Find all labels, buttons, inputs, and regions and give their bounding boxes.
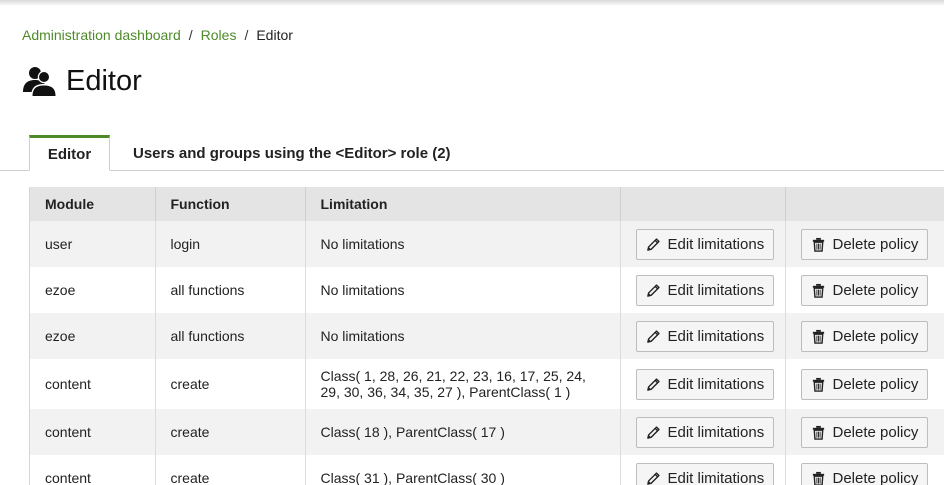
breadcrumb-separator: /	[188, 27, 193, 43]
page-title: Editor	[66, 65, 142, 97]
cell-edit: Edit limitations	[620, 221, 786, 267]
breadcrumb-link-roles[interactable]: Roles	[201, 27, 237, 43]
delete-policy-button[interactable]: Delete policy	[800, 228, 929, 260]
breadcrumb-separator: /	[244, 27, 249, 43]
table-body: user login No limitations Edit limitatio…	[30, 221, 944, 485]
delete-policy-label: Delete policy	[832, 469, 919, 485]
cell-module: ezoe	[30, 313, 156, 359]
table-row: ezoe all functions No limitations Edit l…	[30, 313, 944, 359]
cell-function: create	[155, 409, 306, 455]
cell-function: create	[155, 359, 306, 409]
pencil-icon	[646, 283, 660, 297]
cell-module: content	[30, 359, 156, 409]
policies-table-container: Module Function Limitation user login No…	[29, 187, 944, 485]
edit-limitations-label: Edit limitations	[667, 423, 765, 441]
edit-limitations-label: Edit limitations	[667, 469, 765, 485]
edit-limitations-label: Edit limitations	[667, 281, 765, 299]
column-header-function: Function	[155, 187, 306, 221]
cell-limitation: No limitations	[305, 313, 621, 359]
cell-delete: Delete policy	[785, 409, 944, 455]
cell-function: create	[155, 455, 306, 485]
delete-policy-button[interactable]: Delete policy	[800, 416, 929, 448]
cell-module: content	[30, 455, 156, 485]
column-header-delete	[785, 187, 944, 221]
pencil-icon	[646, 377, 660, 391]
cell-edit: Edit limitations	[620, 455, 786, 485]
delete-policy-button[interactable]: Delete policy	[800, 274, 929, 306]
delete-policy-button[interactable]: Delete policy	[800, 320, 929, 352]
table-row: ezoe all functions No limitations Edit l…	[30, 267, 944, 313]
edit-limitations-button[interactable]: Edit limitations	[635, 416, 775, 448]
tab-users-and-groups[interactable]: Users and groups using the <Editor> role…	[133, 135, 451, 171]
trash-icon	[812, 377, 824, 392]
column-header-module: Module	[30, 187, 156, 221]
cell-limitation: Class( 18 ), ParentClass( 17 )	[305, 409, 621, 455]
cell-delete: Delete policy	[785, 221, 944, 267]
edit-limitations-button[interactable]: Edit limitations	[635, 274, 775, 306]
cell-delete: Delete policy	[785, 455, 944, 485]
cell-limitation: Class( 31 ), ParentClass( 30 )	[305, 455, 621, 485]
delete-policy-button[interactable]: Delete policy	[800, 462, 929, 485]
cell-function: all functions	[155, 313, 306, 359]
cell-edit: Edit limitations	[620, 267, 786, 313]
table-row: content create Class( 31 ), ParentClass(…	[30, 455, 944, 485]
delete-policy-button[interactable]: Delete policy	[800, 368, 929, 400]
cell-function: all functions	[155, 267, 306, 313]
trash-icon	[812, 471, 824, 485]
edit-limitations-label: Edit limitations	[667, 235, 765, 253]
delete-policy-label: Delete policy	[832, 423, 919, 441]
edit-limitations-button[interactable]: Edit limitations	[635, 368, 775, 400]
column-header-edit	[620, 187, 786, 221]
breadcrumb: Administration dashboard / Roles / Edito…	[22, 27, 293, 43]
trash-icon	[812, 425, 824, 440]
delete-policy-label: Delete policy	[832, 235, 919, 253]
pencil-icon	[646, 329, 660, 343]
cell-edit: Edit limitations	[620, 409, 786, 455]
pencil-icon	[646, 237, 660, 251]
table-row: content create Class( 18 ), ParentClass(…	[30, 409, 944, 455]
table-row: user login No limitations Edit limitatio…	[30, 221, 944, 267]
cell-edit: Edit limitations	[620, 359, 786, 409]
cell-delete: Delete policy	[785, 359, 944, 409]
tab-editor[interactable]: Editor	[29, 135, 110, 171]
cell-module: ezoe	[30, 267, 156, 313]
column-header-limitation: Limitation	[305, 187, 621, 221]
pencil-icon	[646, 471, 660, 485]
trash-icon	[812, 237, 824, 252]
trash-icon	[812, 283, 824, 298]
breadcrumb-current: Editor	[256, 27, 293, 43]
top-shadow	[0, 0, 944, 6]
delete-policy-label: Delete policy	[832, 281, 919, 299]
edit-limitations-button[interactable]: Edit limitations	[635, 228, 775, 260]
edit-limitations-label: Edit limitations	[667, 327, 765, 345]
cell-module: content	[30, 409, 156, 455]
cell-delete: Delete policy	[785, 313, 944, 359]
edit-limitations-button[interactable]: Edit limitations	[635, 320, 775, 352]
delete-policy-label: Delete policy	[832, 327, 919, 345]
edit-limitations-button[interactable]: Edit limitations	[635, 462, 775, 485]
edit-limitations-label: Edit limitations	[667, 375, 765, 393]
delete-policy-label: Delete policy	[832, 375, 919, 393]
cell-edit: Edit limitations	[620, 313, 786, 359]
cell-limitation: No limitations	[305, 267, 621, 313]
cell-limitation: Class( 1, 28, 26, 21, 22, 23, 16, 17, 25…	[305, 359, 621, 409]
cell-function: login	[155, 221, 306, 267]
page-header: Editor	[22, 63, 142, 99]
cell-limitation: No limitations	[305, 221, 621, 267]
cell-module: user	[30, 221, 156, 267]
pencil-icon	[646, 425, 660, 439]
table-header-row: Module Function Limitation	[30, 187, 944, 221]
table-row: content create Class( 1, 28, 26, 21, 22,…	[30, 359, 944, 409]
breadcrumb-link-dashboard[interactable]: Administration dashboard	[22, 27, 181, 43]
policies-table: Module Function Limitation user login No…	[30, 187, 944, 485]
users-icon	[23, 66, 57, 97]
trash-icon	[812, 329, 824, 344]
cell-delete: Delete policy	[785, 267, 944, 313]
